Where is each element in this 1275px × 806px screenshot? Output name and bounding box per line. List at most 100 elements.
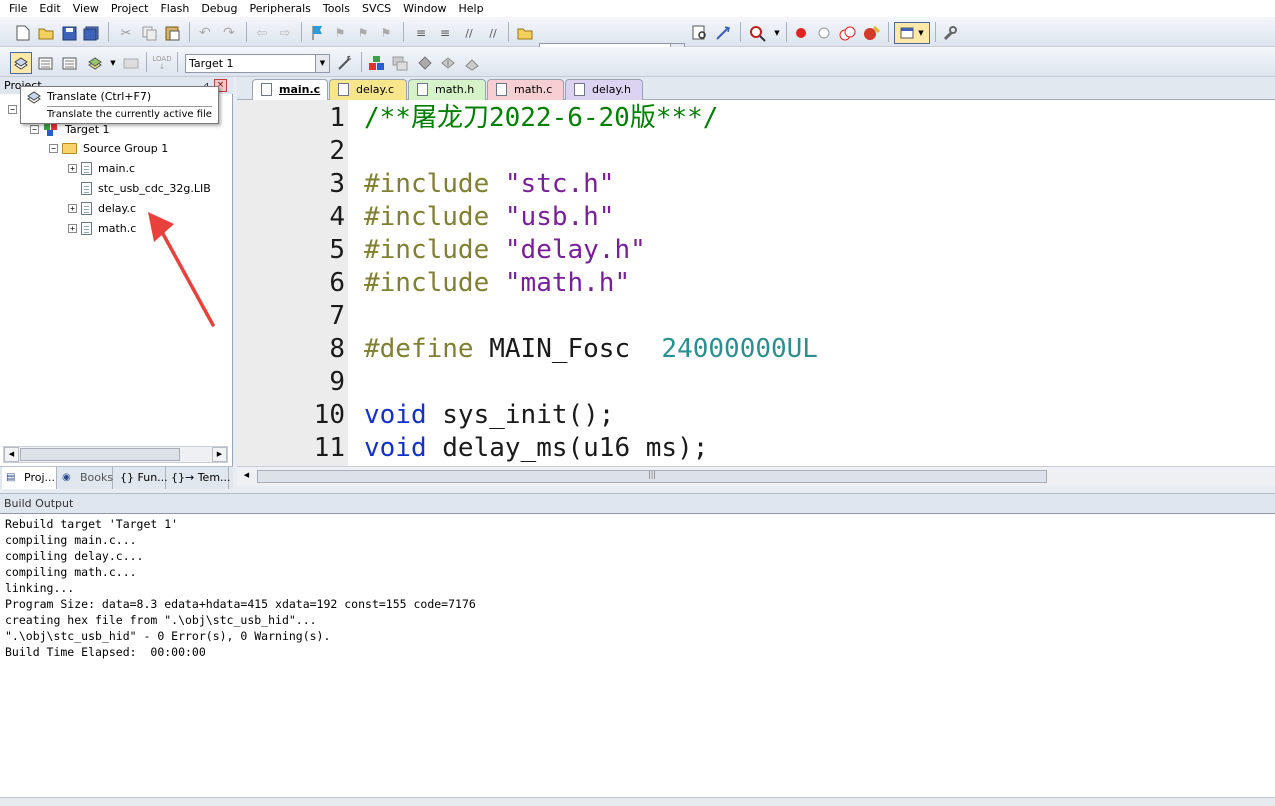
- scroll-left-icon[interactable]: ◀: [4, 447, 19, 462]
- paste-button[interactable]: [163, 24, 181, 42]
- menu-file[interactable]: File: [3, 0, 33, 17]
- bookmark-prev-button[interactable]: ⚑: [331, 24, 349, 42]
- collapse-icon[interactable]: −: [49, 143, 58, 153]
- tab-main-c[interactable]: main.c: [252, 79, 328, 100]
- code-editor[interactable]: 1 2 3 4 5 6 7 8 9 10 11 /**屠龙刀2022-6-20版…: [237, 100, 1275, 466]
- configure-button[interactable]: [941, 24, 959, 42]
- build-output-panel[interactable]: Rebuild target 'Target 1' compiling main…: [0, 513, 1275, 797]
- nav-back-button[interactable]: ⇦: [253, 24, 271, 42]
- build-output-header: Build Output: [0, 493, 1275, 513]
- debug-dropdown-button[interactable]: ▼: [768, 24, 786, 42]
- pack-installer-button[interactable]: [439, 54, 457, 72]
- batch-build-dropdown[interactable]: ▼: [104, 54, 122, 72]
- tab-project[interactable]: ▤ Proj...: [2, 467, 57, 489]
- uncomment-button[interactable]: //: [484, 24, 502, 42]
- tree-file-delay-c[interactable]: + delay.c: [68, 199, 136, 217]
- build-button[interactable]: [37, 54, 55, 72]
- target-options-button[interactable]: [336, 54, 354, 72]
- enable-breakpoint-button[interactable]: [815, 24, 833, 42]
- debug-session-button[interactable]: [748, 24, 766, 42]
- menu-svcs[interactable]: SVCS: [356, 0, 397, 17]
- indent-button[interactable]: ≡: [412, 24, 430, 42]
- tab-math-h[interactable]: math.h: [408, 79, 486, 100]
- scroll-right-icon[interactable]: ▶: [212, 447, 227, 462]
- translate-button[interactable]: [10, 52, 32, 74]
- nav-forward-button[interactable]: ⇨: [276, 24, 294, 42]
- tree-source-group[interactable]: − Source Group 1: [49, 139, 168, 157]
- line-number: 6: [329, 268, 345, 298]
- manage-rte-button[interactable]: [416, 54, 434, 72]
- scroll-left-icon[interactable]: ◀: [239, 469, 254, 484]
- tab-books[interactable]: ◉ Books: [58, 467, 113, 489]
- pack-manage-button[interactable]: [463, 54, 481, 72]
- find-in-files-button[interactable]: [516, 24, 534, 42]
- undo-button[interactable]: ↶: [196, 24, 214, 42]
- menu-edit[interactable]: Edit: [33, 0, 66, 17]
- tab-delay-c[interactable]: delay.c: [329, 79, 407, 100]
- tree-file-math-c[interactable]: + math.c: [68, 219, 136, 237]
- status-bar: [0, 797, 1275, 806]
- menu-window[interactable]: Window: [397, 0, 452, 17]
- scroll-thumb[interactable]: |||: [257, 470, 1047, 483]
- tree-file-lib[interactable]: stc_usb_cdc_32g.LIB: [81, 179, 211, 197]
- menu-flash[interactable]: Flash: [154, 0, 195, 17]
- project-tab-icon: ▤: [6, 472, 16, 483]
- expand-icon[interactable]: +: [68, 223, 77, 233]
- menu-help[interactable]: Help: [453, 0, 490, 17]
- tree-file-main-c[interactable]: + main.c: [68, 159, 135, 177]
- menu-view[interactable]: View: [67, 0, 105, 17]
- tab-templates[interactable]: {}→ Tem...: [167, 467, 231, 489]
- insert-breakpoint-button[interactable]: [792, 24, 810, 42]
- find-button[interactable]: [691, 24, 709, 42]
- tab-functions[interactable]: {} Fun...: [114, 467, 168, 489]
- stop-build-button[interactable]: [122, 54, 140, 72]
- cut-button[interactable]: ✂: [117, 24, 135, 42]
- download-button[interactable]: LOAD ↓: [152, 54, 171, 72]
- new-file-button[interactable]: [14, 24, 32, 42]
- collapse-icon[interactable]: −: [8, 104, 17, 114]
- code-line-3: #include "stc.h": [364, 169, 615, 199]
- copy-button[interactable]: [140, 24, 158, 42]
- bookmark-next-button[interactable]: ⚑: [354, 24, 372, 42]
- rebuild-button[interactable]: [61, 54, 79, 72]
- incremental-find-icon: [716, 26, 730, 40]
- editor-hscrollbar[interactable]: ◀ |||: [237, 466, 1275, 486]
- target-select[interactable]: Target 1 ▼: [185, 54, 330, 73]
- comment-button[interactable]: //: [460, 24, 478, 42]
- kill-all-breakpoints-button[interactable]: [862, 24, 880, 42]
- expand-icon[interactable]: +: [68, 203, 77, 213]
- incremental-find-button[interactable]: [714, 24, 732, 42]
- expand-icon[interactable]: +: [68, 163, 77, 173]
- manage-project-items-button[interactable]: [367, 54, 385, 72]
- menu-peripherals[interactable]: Peripherals: [244, 0, 317, 17]
- bookmark-toggle-button[interactable]: [308, 24, 326, 42]
- redo-button[interactable]: ↷: [220, 24, 238, 42]
- project-items-icon: [368, 56, 384, 70]
- dropdown-arrow-icon: ▼: [110, 59, 116, 67]
- window-layout-button[interactable]: ▼: [894, 22, 930, 44]
- file-icon: [338, 83, 349, 96]
- bookmark-clear-button[interactable]: ⚑: [377, 24, 395, 42]
- find-folder-icon: [517, 28, 533, 39]
- tab-delay-h[interactable]: delay.h: [565, 79, 643, 100]
- open-file-button[interactable]: [37, 24, 55, 42]
- save-button[interactable]: [60, 24, 78, 42]
- collapse-icon[interactable]: −: [30, 124, 39, 134]
- disable-all-breakpoints-button[interactable]: [838, 24, 856, 42]
- translate-icon: [27, 91, 41, 104]
- batch-build-button[interactable]: [86, 54, 104, 72]
- project-hscrollbar[interactable]: ◀ ▶: [3, 446, 228, 463]
- line-number: 11: [313, 433, 345, 463]
- file-icon: [417, 83, 428, 96]
- unindent-button[interactable]: ≡: [436, 24, 454, 42]
- tab-math-c[interactable]: math.c: [487, 79, 564, 100]
- paste-icon: [165, 26, 179, 41]
- line-number: 10: [313, 400, 345, 430]
- menu-project[interactable]: Project: [105, 0, 155, 17]
- scroll-thumb[interactable]: [20, 448, 180, 461]
- folder-icon: [62, 142, 77, 154]
- save-all-button[interactable]: [82, 24, 100, 42]
- menu-debug[interactable]: Debug: [195, 0, 243, 17]
- menu-tools[interactable]: Tools: [317, 0, 356, 17]
- select-packs-button[interactable]: [391, 54, 409, 72]
